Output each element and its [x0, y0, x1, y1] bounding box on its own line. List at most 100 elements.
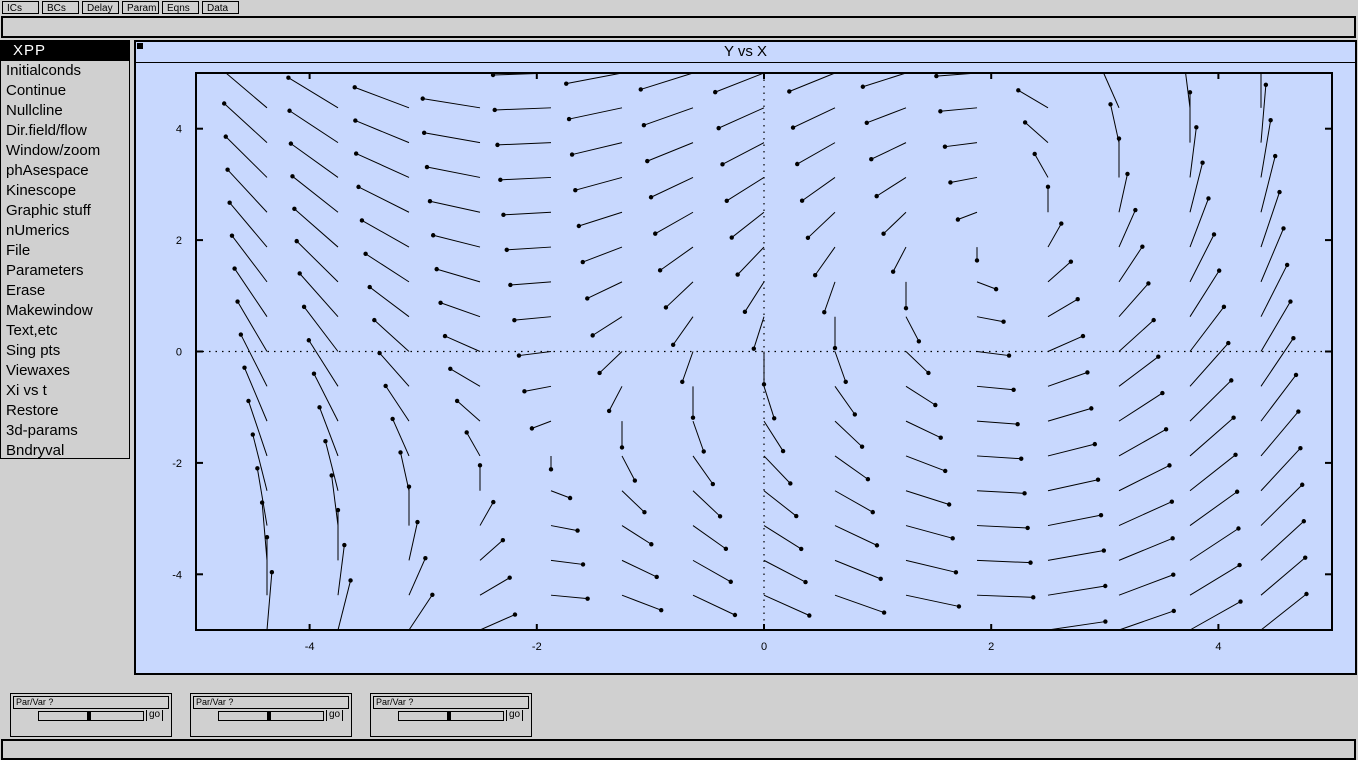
flow-arrow [256, 468, 268, 526]
menu-item-continue[interactable]: Continue [1, 81, 129, 101]
flow-arrow-head [1101, 548, 1107, 553]
slider-track[interactable] [38, 711, 144, 721]
flow-arrow [290, 143, 339, 178]
param-button[interactable]: Param [122, 1, 159, 14]
flow-arrow-head [329, 473, 334, 478]
flow-arrow-head [529, 426, 535, 431]
flow-arrow [524, 385, 552, 392]
flow-arrow [1118, 464, 1170, 492]
flow-arrow-head [569, 152, 575, 157]
flow-arrow [288, 77, 339, 109]
flow-arrow [479, 577, 510, 596]
menu-item-dirfield[interactable]: Dir.field/flow [1, 121, 129, 141]
flow-arrow [1034, 153, 1049, 178]
slider-thumb[interactable] [447, 712, 451, 720]
flow-arrow-head [878, 576, 883, 582]
flow-arrow [737, 246, 765, 275]
flow-arrow [566, 72, 623, 85]
flow-arrow-head [790, 125, 796, 130]
menu-item-file[interactable]: File [1, 241, 129, 261]
menu-item-phasespace[interactable]: phAsespace [1, 161, 129, 181]
slider-par-var-input[interactable]: Par/Var ? [13, 696, 169, 709]
flow-arrow [503, 211, 552, 216]
flow-arrow [718, 107, 765, 129]
menu-item-kinescope[interactable]: Kinescope [1, 181, 129, 201]
flow-arrow [862, 72, 907, 88]
flow-arrow [905, 351, 929, 374]
flow-arrow-head [567, 495, 573, 501]
slider-go-button[interactable]: go [146, 710, 163, 721]
menu-item-makewindow[interactable]: Makewindow [1, 301, 129, 321]
flow-arrow-head [1085, 370, 1090, 375]
bcs-button[interactable]: BCs [42, 1, 79, 14]
menu-item-restore[interactable]: Restore [1, 401, 129, 421]
flow-arrow-head [710, 481, 716, 487]
menu-item-bndryval[interactable]: Bndryval [1, 441, 129, 461]
flow-arrow-head [323, 439, 328, 444]
slider-par-var-input[interactable]: Par/Var ? [373, 696, 529, 709]
slider-thumb[interactable] [267, 712, 271, 720]
slider-par-var-input[interactable]: Par/Var ? [193, 696, 349, 709]
flow-arrow [621, 594, 662, 611]
flow-arrow [550, 594, 588, 600]
menu-item-parameters[interactable]: Parameters [1, 261, 129, 281]
plot-window[interactable]: Y vs X -4 -2 0 2 4 -4 -2 0 2 4 [134, 40, 1357, 675]
flow-arrow-head [663, 305, 669, 310]
flow-arrow [1047, 261, 1072, 283]
slider-track[interactable] [218, 711, 324, 721]
flow-arrow-head [1237, 562, 1242, 568]
flow-arrow-head [799, 198, 805, 203]
eqns-button[interactable]: Eqns [162, 1, 199, 14]
menu-item-window-zoom[interactable]: Window/zoom [1, 141, 129, 161]
flow-arrow [510, 281, 552, 286]
menu-item-text-etc[interactable]: Text,etc [1, 321, 129, 341]
flow-arrow [640, 72, 694, 90]
menu-item-erase[interactable]: Erase [1, 281, 129, 301]
menu-item-initialconds[interactable]: Initialconds [1, 61, 129, 81]
flow-arrow-head [454, 398, 460, 404]
menu-item-graphic-stuff[interactable]: Graphic stuff [1, 201, 129, 221]
flow-arrow-head [464, 430, 469, 435]
flow-arrow [792, 107, 836, 129]
flow-arrow [1118, 428, 1167, 457]
flow-arrow-head [1025, 525, 1030, 531]
menu-item-3d-params[interactable]: 3d-params [1, 421, 129, 441]
flow-arrow-head [575, 528, 580, 533]
flow-arrow [976, 316, 1004, 323]
flow-arrow-head [638, 87, 643, 92]
flow-arrow-head [430, 592, 435, 597]
ics-button[interactable]: ICs [2, 1, 39, 14]
flow-arrow-head [223, 134, 228, 139]
flow-arrow-head [735, 272, 740, 277]
menu-item-numerics[interactable]: nUmerics [1, 221, 129, 241]
flow-arrow [1047, 621, 1106, 631]
flow-arrow-head [1156, 354, 1161, 359]
flow-arrow-head [780, 448, 786, 454]
flow-arrow-head [1229, 378, 1234, 383]
flow-arrow-head [415, 519, 420, 525]
slider-go-button[interactable]: go [326, 710, 343, 721]
flow-arrow-head [938, 435, 943, 440]
flow-arrow-head [1273, 153, 1278, 159]
flow-arrow [1260, 374, 1297, 422]
slider-track[interactable] [398, 711, 504, 721]
menu-item-sing-pts[interactable]: Sing pts [1, 341, 129, 361]
flow-arrow-head [1059, 221, 1064, 226]
flow-arrow-head [653, 231, 658, 236]
phase-plane-plot[interactable]: -4 -2 0 2 4 -4 -2 0 2 4 [136, 42, 1355, 673]
menu-item-viewaxes[interactable]: Viewaxes [1, 361, 129, 381]
menu-item-nullcline[interactable]: Nullcline [1, 101, 129, 121]
delay-button[interactable]: Delay [82, 1, 119, 14]
flow-arrow-head [500, 537, 506, 543]
flow-arrow [692, 455, 714, 485]
flow-arrow [621, 455, 636, 481]
menu-item-xi-vs-t[interactable]: Xi vs t [1, 381, 129, 401]
command-input[interactable] [1, 16, 1356, 38]
flow-arrow-head [287, 108, 292, 113]
data-button[interactable]: Data [202, 1, 239, 14]
flow-arrow-head [477, 463, 483, 468]
flow-arrow-head [398, 450, 403, 455]
slider-go-button[interactable]: go [506, 710, 523, 721]
flow-arrow [715, 72, 765, 93]
slider-thumb[interactable] [87, 712, 91, 720]
